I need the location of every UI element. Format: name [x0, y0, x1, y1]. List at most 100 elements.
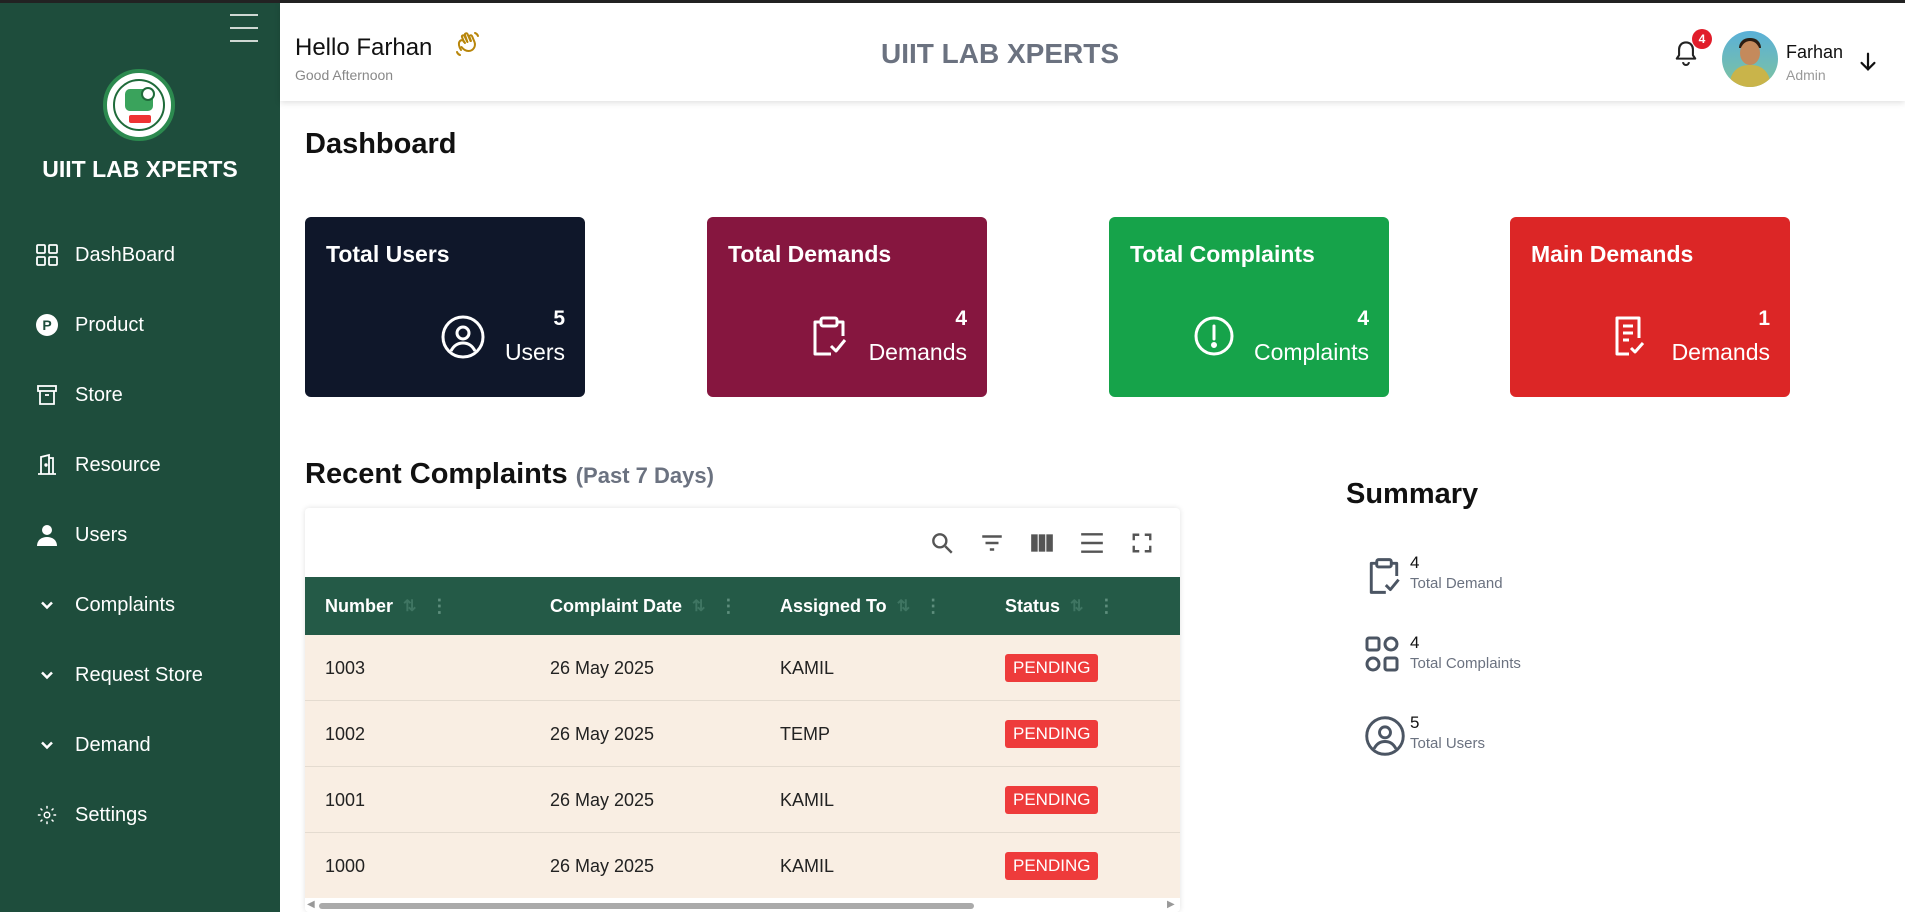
card-count: 1	[1758, 307, 1770, 330]
section-subtitle: (Past 7 Days)	[575, 463, 714, 488]
status-badge: PENDING	[1005, 654, 1099, 682]
columns-icon[interactable]	[1027, 528, 1057, 558]
table-row[interactable]: 1002 26 May 2025 TEMP PENDING	[305, 701, 1180, 767]
sidebar: UIIT LAB XPERTS DashBoard P Product Stor…	[0, 0, 280, 912]
alert-circle-icon	[1192, 314, 1238, 360]
column-menu-icon[interactable]: ⋮	[430, 596, 448, 617]
card-unit: Users	[504, 339, 565, 365]
section-title-text: Recent Complaints	[305, 458, 568, 490]
sidebar-item-label: Complaints	[75, 593, 176, 616]
sidebar-item-label: Product	[75, 313, 144, 336]
card-title: Total Complaints	[1130, 241, 1315, 267]
gear-icon	[34, 802, 60, 828]
column-header-status[interactable]: Status ⇅ ⋮	[1005, 577, 1115, 635]
status-badge: PENDING	[1005, 786, 1099, 814]
summary-value: 4	[1410, 633, 1420, 652]
column-label: Status	[1005, 595, 1061, 616]
stat-card-total-complaints[interactable]: Total Complaints 4 Complaints	[1109, 217, 1389, 397]
chevron-down-icon	[34, 592, 60, 618]
sidebar-item-label: Demand	[75, 733, 151, 756]
sort-icon[interactable]: ⇅	[897, 596, 910, 616]
cell-assigned: KAMIL	[780, 657, 835, 678]
column-header-assigned-to[interactable]: Assigned To ⇅ ⋮	[780, 577, 942, 635]
user-circle-icon	[1364, 715, 1408, 759]
column-label: Number	[325, 595, 394, 616]
sort-icon[interactable]: ⇅	[403, 596, 416, 616]
top-header: Hello Farhan Good Afternoon UIIT LAB XPE…	[280, 3, 1905, 101]
cell-date: 26 May 2025	[550, 855, 655, 876]
sidebar-item-product[interactable]: P Product	[0, 302, 280, 348]
cell-number: 1000	[325, 855, 366, 876]
cell-assigned: KAMIL	[780, 789, 835, 810]
column-header-complaint-date[interactable]: Complaint Date ⇅ ⋮	[550, 577, 737, 635]
status-badge: PENDING	[1005, 720, 1099, 748]
sidebar-item-users[interactable]: Users	[0, 512, 280, 558]
sidebar-item-resource[interactable]: Resource	[0, 442, 280, 488]
scrollbar-thumb[interactable]	[319, 903, 974, 909]
cell-status: PENDING	[1005, 635, 1099, 701]
cell-date: 26 May 2025	[550, 657, 655, 678]
sort-icon[interactable]: ⇅	[692, 596, 705, 616]
notification-badge: 4	[1692, 29, 1712, 49]
sort-icon[interactable]: ⇅	[1070, 596, 1083, 616]
arrow-down-icon[interactable]	[1857, 51, 1881, 75]
app-frame: UIIT LAB XPERTS DashBoard P Product Stor…	[0, 0, 1905, 912]
card-title: Main Demands	[1531, 241, 1694, 267]
sidebar-item-dashboard[interactable]: DashBoard	[0, 232, 280, 278]
header-title: UIIT LAB XPERTS	[880, 38, 1119, 69]
document-check-icon	[1607, 314, 1653, 360]
card-unit: Demands	[1671, 339, 1770, 365]
user-name: Farhan	[1786, 42, 1844, 62]
column-menu-icon[interactable]: ⋮	[924, 596, 942, 617]
cell-status: PENDING	[1005, 767, 1099, 833]
chevron-down-icon	[34, 662, 60, 688]
scroll-left-icon[interactable]: ◀	[307, 899, 315, 910]
menu-toggle-icon[interactable]	[230, 14, 258, 44]
sidebar-item-label: Users	[75, 523, 128, 546]
svg-text:P: P	[42, 317, 51, 333]
card-title: Total Demands	[728, 241, 892, 267]
sidebar-item-request-store[interactable]: Request Store	[0, 652, 280, 698]
user-circle-icon	[440, 314, 486, 360]
stat-card-total-users[interactable]: Total Users 5 Users	[305, 217, 585, 397]
card-unit: Complaints	[1253, 339, 1369, 365]
sidebar-item-label: Request Store	[75, 663, 203, 686]
complaints-table: Number ⇅ ⋮ Complaint Date ⇅ ⋮ Assigned T…	[305, 508, 1180, 912]
column-menu-icon[interactable]: ⋮	[719, 596, 737, 617]
sidebar-item-demand[interactable]: Demand	[0, 722, 280, 768]
summary-item-users: 5 Total Users	[1364, 713, 1614, 763]
stat-card-total-demands[interactable]: Total Demands 4 Demands	[707, 217, 987, 397]
column-menu-icon[interactable]: ⋮	[1097, 596, 1115, 617]
stat-card-main-demands[interactable]: Main Demands 1 Demands	[1510, 217, 1790, 397]
user-role: Admin	[1786, 67, 1826, 83]
cell-status: PENDING	[1005, 833, 1099, 899]
card-count: 4	[1357, 307, 1369, 330]
sidebar-item-label: Settings	[75, 803, 148, 826]
cell-assigned: KAMIL	[780, 855, 835, 876]
table-row[interactable]: 1003 26 May 2025 KAMIL PENDING	[305, 635, 1180, 701]
filter-icon[interactable]	[977, 528, 1007, 558]
sidebar-item-label: Store	[75, 383, 123, 406]
table-row[interactable]: 1000 26 May 2025 KAMIL PENDING	[305, 833, 1180, 899]
sidebar-item-complaints[interactable]: Complaints	[0, 582, 280, 628]
sidebar-item-store[interactable]: Store	[0, 372, 280, 418]
user-icon	[34, 522, 60, 548]
logo	[103, 69, 175, 141]
door-icon	[34, 452, 60, 478]
fullscreen-icon[interactable]	[1127, 528, 1157, 558]
cell-number: 1002	[325, 723, 366, 744]
summary-item-complaints: 4 Total Complaints	[1364, 633, 1614, 683]
card-title: Total Users	[326, 241, 450, 267]
cell-date: 26 May 2025	[550, 723, 655, 744]
search-icon[interactable]	[927, 528, 957, 558]
column-header-number[interactable]: Number ⇅ ⋮	[325, 577, 448, 635]
top-border	[0, 0, 1905, 3]
avatar[interactable]	[1722, 31, 1778, 87]
scroll-right-icon[interactable]: ▶	[1167, 899, 1175, 910]
density-icon[interactable]	[1077, 528, 1107, 558]
summary-value: 4	[1410, 553, 1420, 572]
card-count: 5	[553, 307, 565, 330]
table-row[interactable]: 1001 26 May 2025 KAMIL PENDING	[305, 767, 1180, 833]
cell-number: 1001	[325, 789, 366, 810]
sidebar-item-settings[interactable]: Settings	[0, 792, 280, 838]
